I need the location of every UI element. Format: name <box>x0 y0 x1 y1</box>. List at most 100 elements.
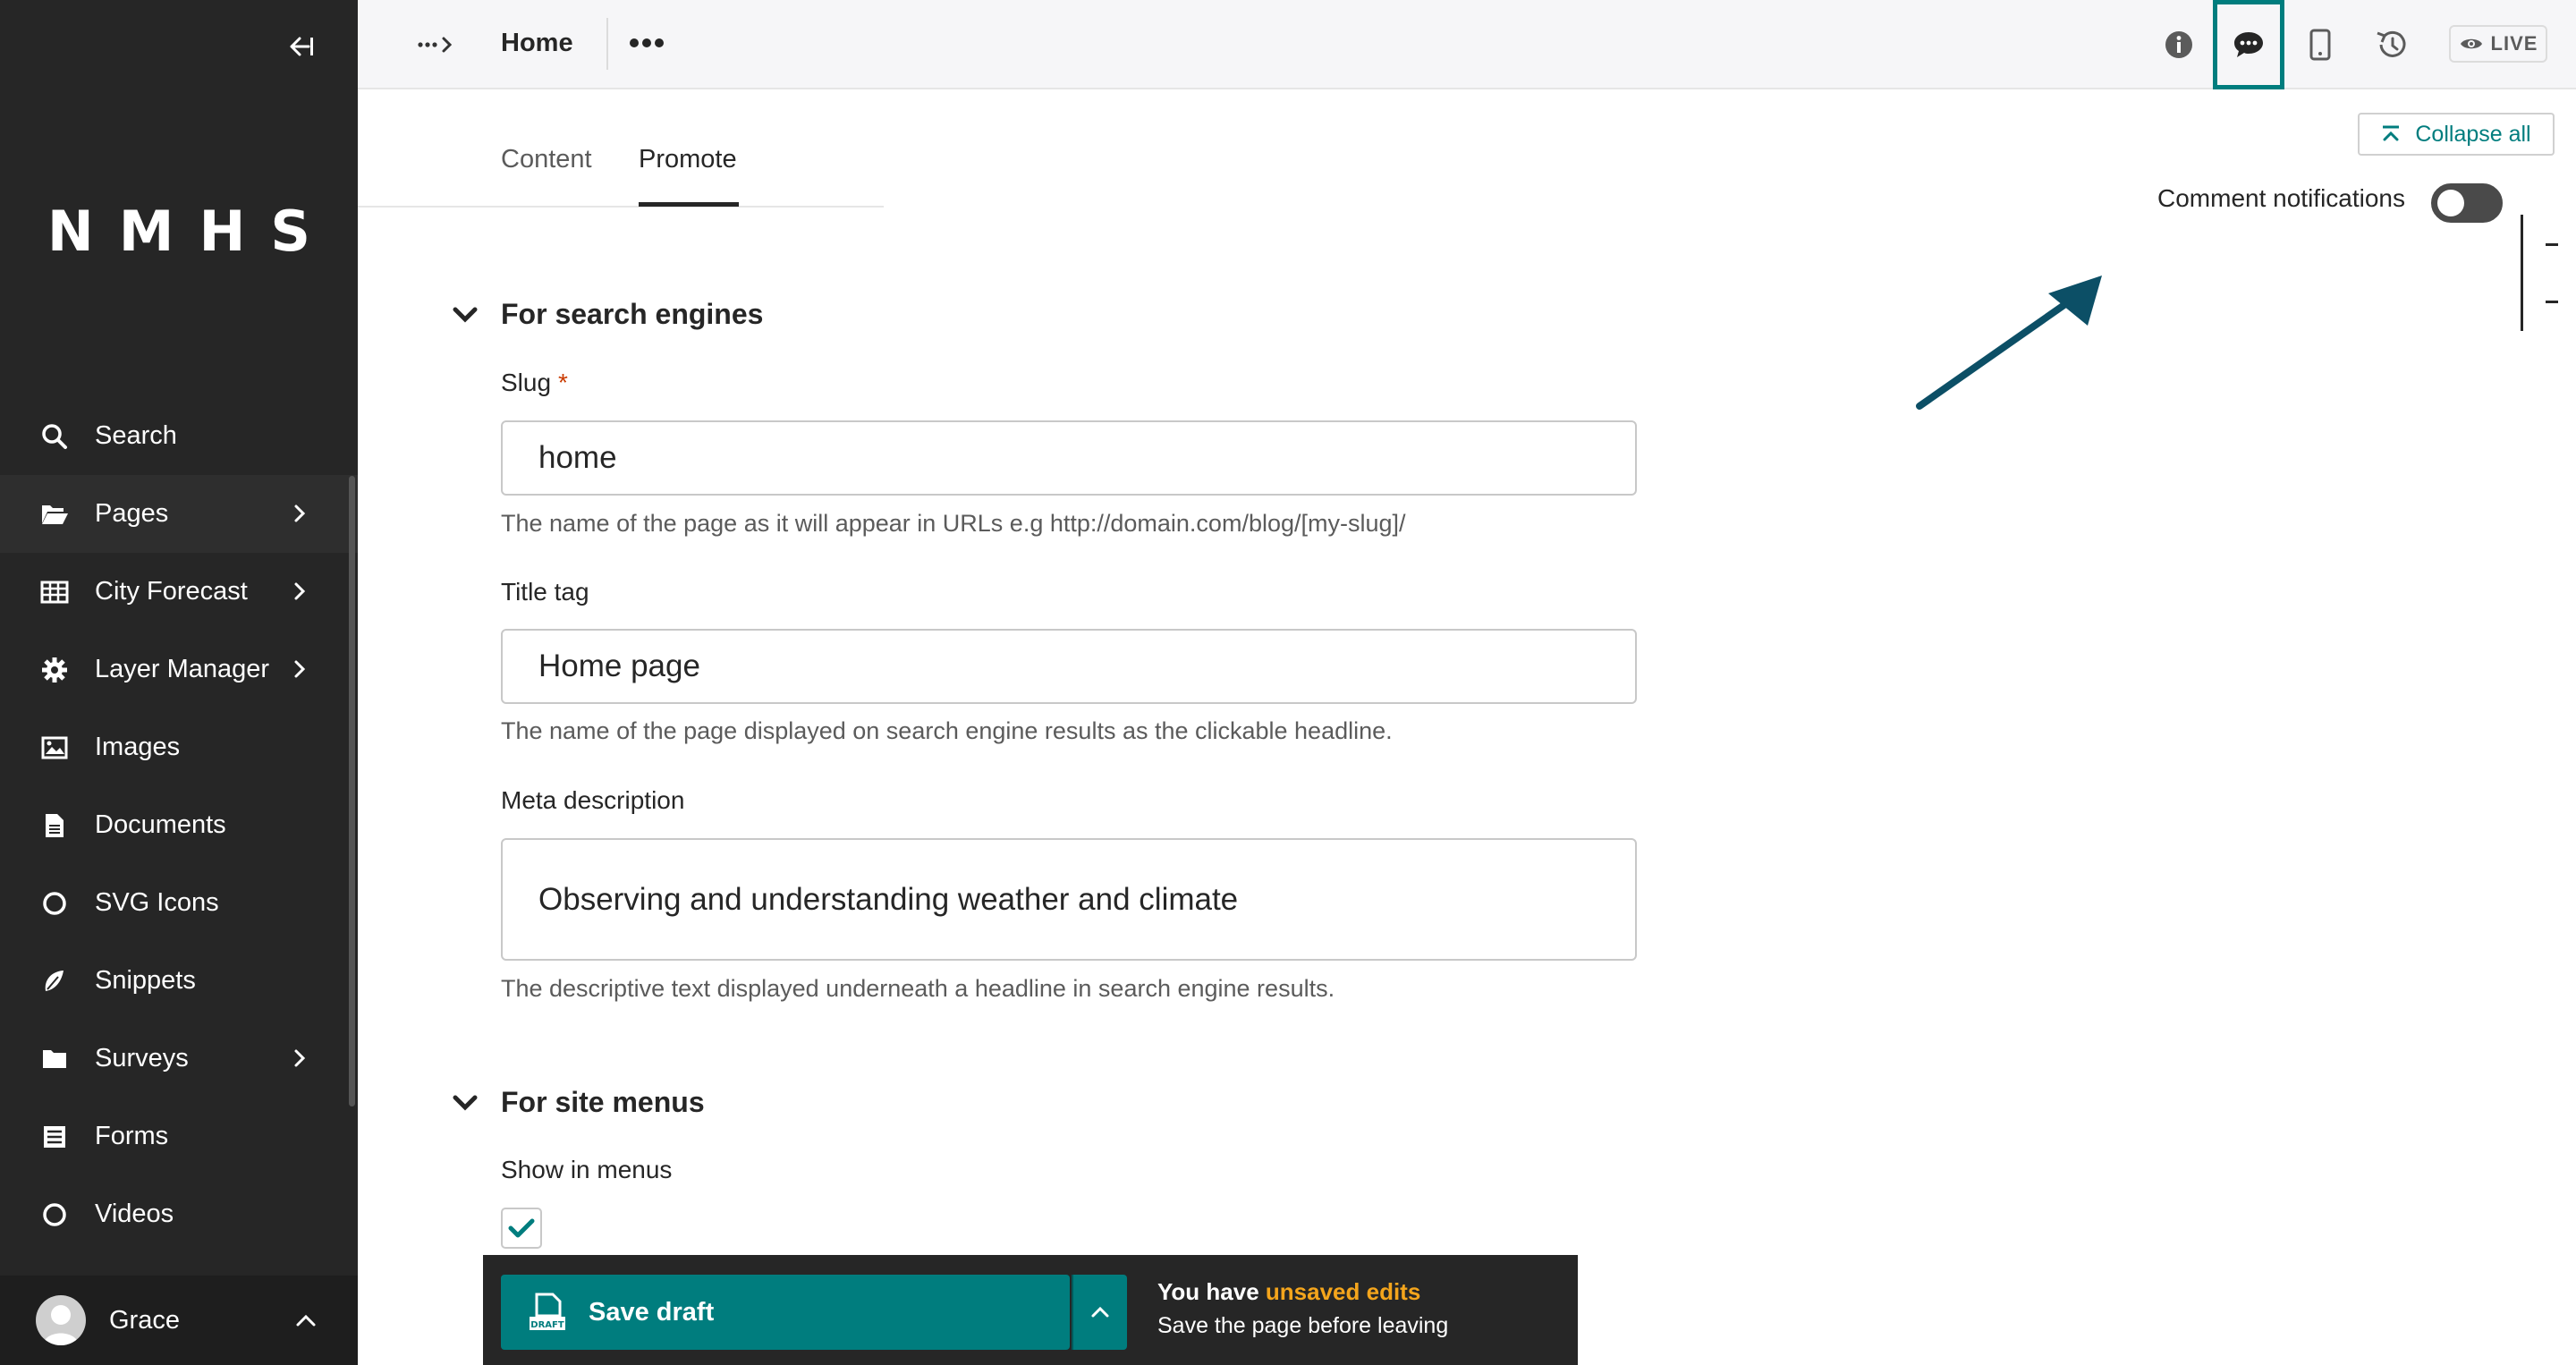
page-header: Home LIVE <box>358 0 2576 89</box>
more-actions-button[interactable] <box>624 23 669 63</box>
chevron-right-icon <box>288 1047 311 1070</box>
avatar <box>36 1295 86 1345</box>
draft-document-icon: DRAFT <box>528 1291 567 1334</box>
sidebar-item-label: Layer Manager <box>95 655 270 683</box>
preview-button[interactable] <box>2297 21 2343 68</box>
sidebar-item-pages[interactable]: Pages <box>0 475 358 553</box>
sidebar-item-label: Images <box>95 733 181 761</box>
collapse-sidebar-button[interactable] <box>281 27 320 66</box>
chevron-right-icon <box>288 502 311 525</box>
sidebar-item-svg-icons[interactable]: SVG Icons <box>0 864 358 942</box>
section-for-search-engines[interactable]: For search engines <box>447 298 763 331</box>
account-name: Grace <box>109 1305 180 1335</box>
required-mark: * <box>558 369 568 396</box>
sidebar-item-city-forecast[interactable]: City Forecast <box>0 553 358 631</box>
tab-content[interactable]: Content <box>501 145 592 174</box>
slug-label: Slug * <box>501 369 568 397</box>
minimap-marker[interactable] <box>2546 301 2558 303</box>
sidebar-item-label: Pages <box>95 499 169 528</box>
breadcrumb-icon <box>418 37 453 53</box>
cog-icon <box>39 655 70 685</box>
sidebar-item-label: Search <box>95 421 177 450</box>
main-menu: Search Pages City Forecast Layer Manager… <box>0 397 358 1253</box>
action-bar: DRAFT Save draft You have unsaved edits … <box>483 1255 1578 1365</box>
sidebar-item-videos[interactable]: Videos <box>0 1175 358 1253</box>
minimap-track <box>2521 215 2523 331</box>
live-status-badge[interactable]: LIVE <box>2449 25 2547 63</box>
unsaved-edits-message: You have unsaved edits Save the page bef… <box>1157 1278 1448 1339</box>
show-in-menus-checkbox[interactable] <box>501 1208 542 1249</box>
meta-description-label: Meta description <box>501 786 685 814</box>
sidebar-item-layer-manager[interactable]: Layer Manager <box>0 631 358 708</box>
sidebar-item-snippets[interactable]: Snippets <box>0 942 358 1020</box>
sidebar-scrollbar[interactable] <box>349 476 355 1106</box>
mobile-icon <box>2309 29 2331 61</box>
chevron-up-icon <box>293 1308 318 1333</box>
meta-description-help-text: The descriptive text displayed underneat… <box>501 975 1335 1002</box>
sidebar-item-documents[interactable]: Documents <box>0 786 358 864</box>
slug-input[interactable] <box>501 420 1637 496</box>
save-draft-label: Save draft <box>589 1297 715 1327</box>
comment-notifications-toggle[interactable] <box>2431 183 2503 223</box>
circle-icon <box>39 888 70 919</box>
section-for-site-menus[interactable]: For site menus <box>447 1086 705 1119</box>
chevron-down-icon <box>447 297 483 333</box>
info-button[interactable] <box>2156 21 2202 68</box>
title-tag-label: Title tag <box>501 578 589 606</box>
active-tab-indicator <box>639 202 739 207</box>
sidebar-item-label: Videos <box>95 1200 174 1228</box>
svg-text:DRAFT: DRAFT <box>530 1320 564 1330</box>
slug-label-text: Slug <box>501 369 552 396</box>
header-divider <box>606 18 608 70</box>
annotation-arrow-icon <box>1916 276 2102 410</box>
breadcrumb-toggle-button[interactable] <box>415 25 458 64</box>
user-icon <box>43 1305 79 1345</box>
more-save-actions-button[interactable] <box>1072 1275 1127 1350</box>
msg-highlight: unsaved edits <box>1265 1278 1421 1305</box>
sidebar-item-label: SVG Icons <box>95 888 219 917</box>
minimap-marker[interactable] <box>2546 243 2558 246</box>
check-icon <box>508 1218 535 1238</box>
collapse-all-label: Collapse all <box>2415 121 2531 147</box>
table-icon <box>39 577 70 607</box>
meta-description-textarea[interactable]: Observing and understanding weather and … <box>501 838 1637 961</box>
section-title: For search engines <box>501 298 764 330</box>
sidebar-item-label: City Forecast <box>95 577 248 606</box>
history-icon <box>2377 30 2406 57</box>
image-icon <box>39 733 70 763</box>
chevron-right-icon <box>288 657 311 681</box>
snippet-icon <box>39 966 70 996</box>
collapse-up-icon <box>2383 125 2400 141</box>
history-button[interactable] <box>2368 21 2415 68</box>
folder-open-icon <box>39 499 70 530</box>
eye-icon <box>2460 38 2482 49</box>
msg-line2: Save the page before leaving <box>1157 1313 1449 1338</box>
sidebar-item-images[interactable]: Images <box>0 708 358 786</box>
site-logo[interactable]: NMHS <box>0 199 358 264</box>
sidebar-item-label: Snippets <box>95 966 196 995</box>
tab-promote[interactable]: Promote <box>639 145 737 174</box>
document-icon <box>39 810 70 841</box>
chevron-down-icon <box>447 1085 483 1121</box>
comment-notifications-label: Comment notifications <box>2157 184 2406 212</box>
sidebar-item-label: Forms <box>95 1122 169 1150</box>
section-title: For site menus <box>501 1086 705 1118</box>
live-label: LIVE <box>2490 32 2538 55</box>
form-icon <box>39 1122 70 1152</box>
ellipsis-icon <box>630 38 664 47</box>
sidebar-item-label: Documents <box>95 810 226 839</box>
collapse-sidebar-icon <box>290 37 313 56</box>
collapse-all-button[interactable]: Collapse all <box>2358 113 2555 156</box>
folder-icon <box>39 1044 70 1074</box>
title-tag-help-text: The name of the page displayed on search… <box>501 717 1393 744</box>
comment-icon <box>2234 32 2263 57</box>
toggle-knob <box>2437 190 2464 216</box>
msg-prefix: You have <box>1157 1278 1259 1305</box>
sidebar-item-search[interactable]: Search <box>0 397 358 475</box>
title-tag-input[interactable] <box>501 629 1637 704</box>
sidebar-item-surveys[interactable]: Surveys <box>0 1020 358 1098</box>
save-draft-button[interactable]: DRAFT Save draft <box>501 1275 1070 1350</box>
account-menu[interactable]: Grace <box>0 1276 358 1365</box>
comments-button[interactable] <box>2213 0 2284 89</box>
sidebar-item-forms[interactable]: Forms <box>0 1098 358 1175</box>
